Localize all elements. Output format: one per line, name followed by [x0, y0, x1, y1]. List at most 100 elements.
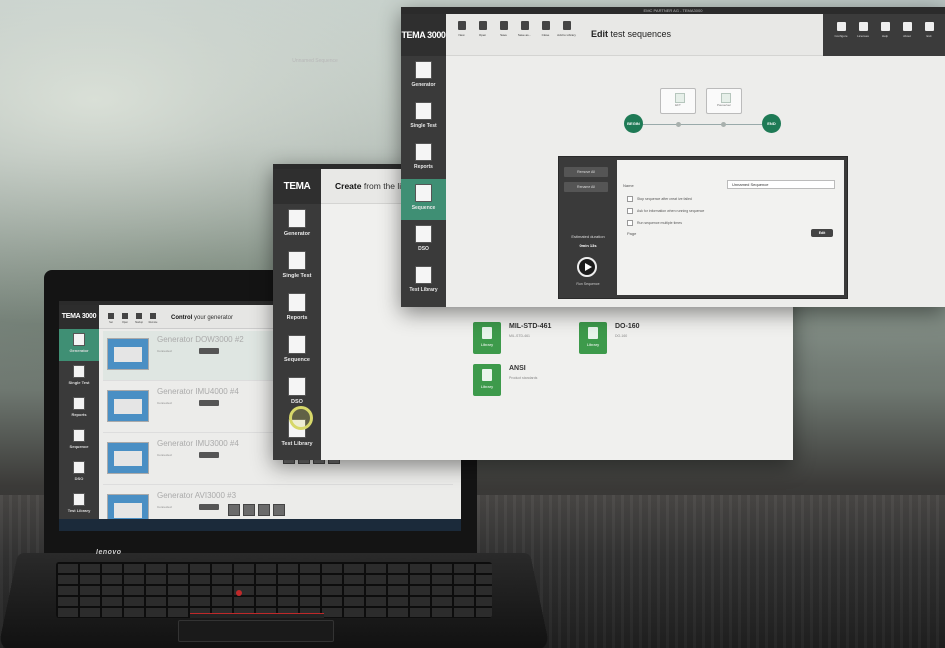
sequence-name-input[interactable]: Unnamed Sequence	[727, 180, 835, 189]
sidebar-item-single-test[interactable]: Single Test	[273, 246, 321, 288]
remote-icon	[150, 313, 156, 319]
add-to-library-button[interactable]: Add to Library	[557, 21, 576, 37]
sidebar-item-reports[interactable]: Reports	[401, 138, 446, 179]
end-node[interactable]: END	[762, 114, 781, 133]
save-button[interactable]: Save	[494, 21, 513, 37]
library-item-description: MIL-STD-461	[509, 334, 531, 338]
touchpad	[178, 620, 334, 642]
laptop-tool-remote[interactable]: Remote	[147, 313, 159, 324]
waveform-icon[interactable]	[258, 504, 270, 516]
library-app-logo: TEMA 3000	[273, 169, 321, 227]
library-item-name: DO-160	[615, 323, 640, 330]
run-multiple-checkbox[interactable]: Run sequence multiple times	[627, 220, 682, 226]
open-button[interactable]: Open	[473, 21, 492, 37]
insert-point[interactable]	[676, 122, 681, 127]
laptop-tool-open[interactable]: Open	[119, 313, 131, 324]
laptop-sidebar-item-test-library[interactable]: Test Library	[59, 489, 99, 521]
laptop-tool-startup[interactable]: Startup	[133, 313, 145, 324]
sidebar-item-sequence[interactable]: Sequence	[401, 179, 446, 220]
new-button[interactable]: New	[452, 21, 471, 37]
sequence-app-logo: TEMA 3000	[401, 14, 446, 56]
sequence-step-card[interactable]: Pause/sec	[706, 88, 742, 114]
generator-status: Connected	[157, 505, 172, 509]
laptop-sidebar-item-single-test[interactable]: Single Test	[59, 361, 99, 393]
trackpoint	[236, 590, 242, 596]
generator-connect-button[interactable]	[199, 452, 219, 458]
sequence-icon	[73, 429, 85, 442]
sidebar-item-reports[interactable]: Reports	[273, 288, 321, 330]
generator-name: Generator IMU4000 #4	[157, 387, 239, 396]
generator-name: Generator DOW3000 #2	[157, 335, 244, 344]
sidebar-item-generator[interactable]: Generator	[273, 204, 321, 246]
sidebar-item-single-test[interactable]: Single Test	[401, 97, 446, 138]
library-item[interactable]: Library DO-160 DO-160	[579, 322, 699, 362]
library-item-name: ANSI	[509, 365, 526, 372]
laptop-sidebar-item-reports[interactable]: Reports	[59, 393, 99, 425]
sidebar-item-dso[interactable]: DSO	[401, 220, 446, 261]
help-button[interactable]: Help	[875, 22, 895, 38]
generator-icon	[73, 333, 85, 346]
close-button[interactable]: Close	[536, 21, 555, 37]
ask-info-checkbox[interactable]: Ask for information when running sequenc…	[627, 208, 704, 214]
begin-node[interactable]: BEGIN	[624, 114, 643, 133]
configure-button[interactable]: Configure	[831, 22, 851, 38]
exit-icon	[924, 22, 934, 31]
touchpad-buttons	[190, 613, 324, 618]
generator-name: Generator IMU3000 #4	[157, 439, 239, 448]
laptop-app-logo: TEMA 3000	[59, 305, 99, 329]
sequence-toolbar: New Open Save Save as... Close Add to Library	[452, 21, 578, 39]
about-icon	[902, 22, 912, 31]
set-icon	[108, 313, 114, 319]
waveform-icon[interactable]	[273, 504, 285, 516]
generator-thumbnail	[107, 338, 149, 370]
laptop-keyboard	[56, 562, 492, 618]
test-library-icon	[415, 266, 432, 284]
generator-icon	[288, 209, 306, 228]
laptop-tool-set[interactable]: Set	[105, 313, 117, 324]
sequence-icon	[288, 335, 306, 354]
sequence-sidebar: Generator Single Test Reports Sequence D…	[401, 56, 446, 307]
library-item-description: DO-160	[615, 334, 628, 338]
about-button[interactable]: About	[897, 22, 917, 38]
save-as-button[interactable]: Save as...	[515, 21, 534, 37]
edit-button[interactable]: Edit	[811, 229, 833, 237]
single-test-icon	[73, 365, 85, 378]
reports-icon	[288, 293, 306, 312]
library-item[interactable]: Library MIL-STD-461 MIL-STD-461	[473, 322, 593, 362]
library-item[interactable]: Library ANSI Product standards	[473, 364, 593, 404]
licenses-button[interactable]: Licenses	[853, 22, 873, 38]
reports-icon	[73, 397, 85, 410]
sequence-step-card[interactable]: EFT	[660, 88, 696, 114]
sidebar-item-generator[interactable]: Generator	[401, 56, 446, 97]
generator-thumbnail	[107, 390, 149, 422]
waveform-icon[interactable]	[243, 504, 255, 516]
generator-status: Connected	[157, 401, 172, 405]
close-icon	[541, 21, 550, 30]
rename-all-button[interactable]: Rename All	[564, 182, 608, 192]
estimated-duration-label: Estimated duration	[571, 234, 605, 239]
single-test-icon	[415, 102, 432, 120]
laptop-sidebar-item-generator[interactable]: Generator	[59, 329, 99, 361]
windows-taskbar[interactable]	[59, 519, 461, 531]
remove-all-button[interactable]: Remove All	[564, 167, 608, 177]
run-sequence-button[interactable]	[577, 257, 597, 277]
waveform-icon[interactable]	[228, 504, 240, 516]
generator-connect-button[interactable]	[199, 348, 219, 354]
exit-button[interactable]: Exit	[919, 22, 939, 38]
insert-point[interactable]	[721, 122, 726, 127]
sidebar-item-test-library[interactable]: Test Library	[401, 261, 446, 302]
laptop-sidebar-item-sequence[interactable]: Sequence	[59, 425, 99, 457]
stop-on-fail-checkbox[interactable]: Stop sequence after creat ive failed	[627, 196, 692, 202]
startup-icon	[136, 313, 142, 319]
open-icon	[478, 21, 487, 30]
open-icon	[122, 313, 128, 319]
generator-name: Generator AVI3000 #3	[157, 491, 237, 500]
sidebar-item-sequence[interactable]: Sequence	[273, 330, 321, 372]
library-book-icon: Library	[473, 364, 501, 396]
laptop-sidebar-item-dso[interactable]: DSO	[59, 457, 99, 489]
test-library-icon	[73, 493, 85, 506]
generator-connect-button[interactable]	[199, 400, 219, 406]
generator-connect-button[interactable]	[199, 504, 219, 510]
generator-thumbnail	[107, 442, 149, 474]
single-test-icon	[288, 251, 306, 270]
